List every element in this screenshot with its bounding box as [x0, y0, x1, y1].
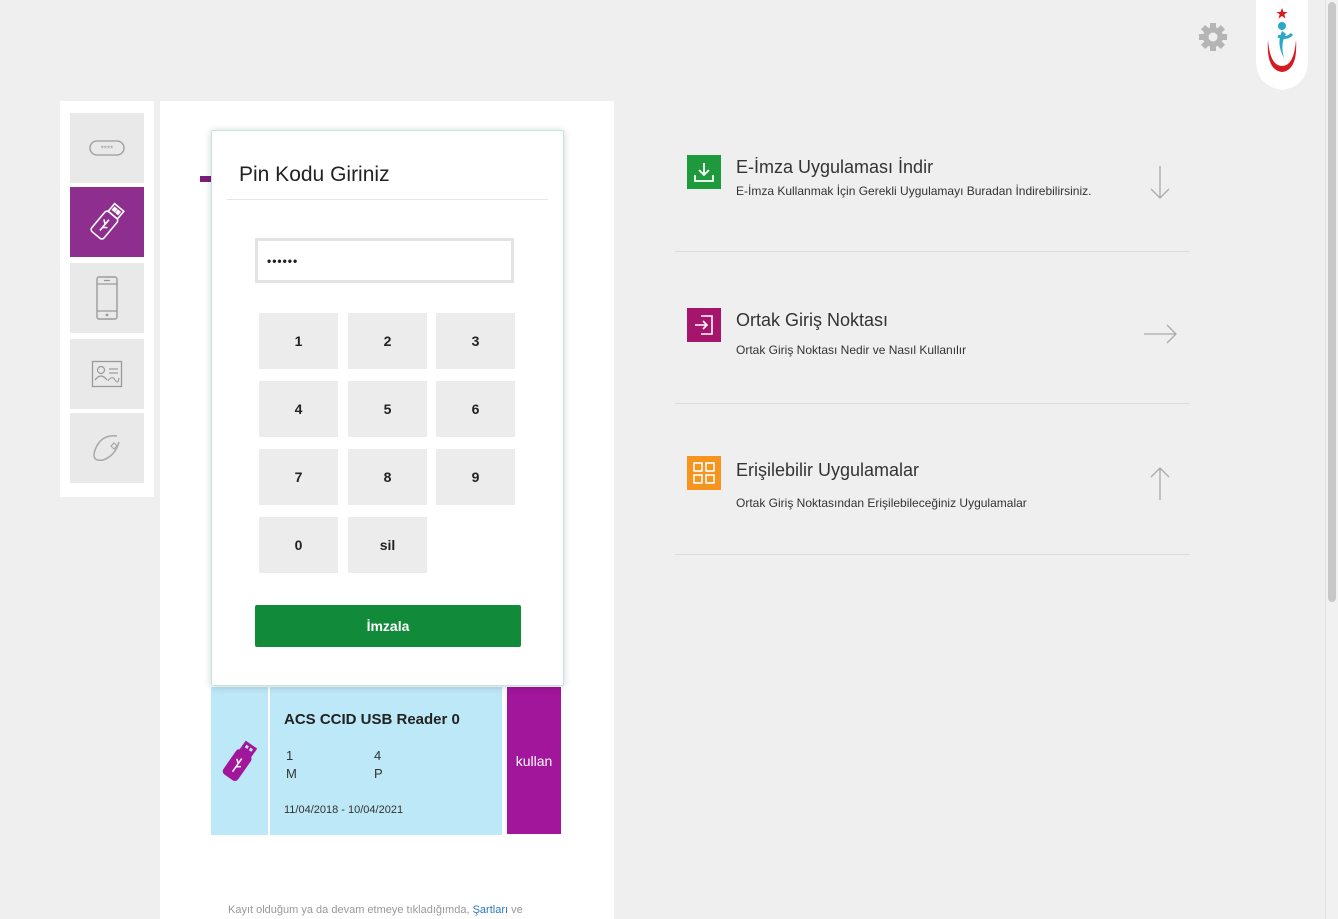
reader-detail: 4: [374, 748, 382, 763]
keypad-key[interactable]: 3: [436, 313, 515, 369]
tab-usb-token[interactable]: [70, 187, 144, 257]
reader-detail: 1: [286, 748, 294, 763]
login-icon: [687, 308, 721, 342]
ministry-health-logo: [1250, 0, 1314, 90]
info-title: E-İmza Uygulaması İndir: [736, 157, 934, 177]
info-item-apps[interactable]: Erişilebilir Uygulamalar Ortak Giriş Nok…: [675, 425, 1190, 555]
certificate-validity: 11/04/2018 - 10/04/2021: [284, 804, 404, 816]
tab-mobile-signature[interactable]: [70, 263, 144, 333]
sign-button[interactable]: İmzala: [255, 605, 521, 647]
e-signature-icon: [93, 435, 120, 462]
keypad-key[interactable]: 9: [436, 449, 515, 505]
info-divider: [675, 554, 1190, 555]
info-desc: Ortak Giriş Noktası Nedir ve Nasıl Kulla…: [736, 343, 967, 357]
gear-icon[interactable]: [1196, 20, 1230, 54]
tab-password[interactable]: ****: [70, 113, 144, 183]
info-item-login[interactable]: Ortak Giriş Noktası Ortak Giriş Noktası …: [675, 275, 1190, 405]
keypad-delete-key[interactable]: sil: [348, 517, 427, 573]
scroll-thumb[interactable]: [1328, 2, 1336, 602]
grid-apps-icon: [687, 456, 721, 490]
mobile-phone-icon: [96, 276, 118, 320]
usb-token-icon: [90, 202, 125, 240]
arrow-up-icon[interactable]: [1140, 464, 1180, 504]
download-icon: [687, 155, 721, 189]
info-divider: [675, 251, 1190, 252]
keypad-key[interactable]: 8: [348, 449, 427, 505]
terms-note: Kayıt olduğum ya da devam etmeye tıkladı…: [228, 904, 523, 916]
id-card-icon: [91, 360, 123, 388]
terms-text-end: ve: [508, 904, 523, 916]
keypad-key[interactable]: 1: [259, 313, 338, 369]
info-divider: [675, 403, 1190, 404]
info-item-download[interactable]: E-İmza Uygulaması İndir E-İmza Kullanmak…: [675, 120, 1190, 250]
keypad-key[interactable]: 5: [348, 381, 427, 437]
usb-token-icon: [222, 740, 257, 781]
keypad-key[interactable]: 0: [259, 517, 338, 573]
pin-dialog: Pin Kodu Giriniz 1 2 3 4 5 6 7 8 9 0 sil…: [211, 130, 564, 686]
svg-text:****: ****: [101, 145, 113, 154]
keypad-key[interactable]: 6: [436, 381, 515, 437]
tab-e-signature[interactable]: [70, 413, 144, 483]
pin-password-icon: ****: [89, 140, 125, 156]
keypad-key[interactable]: 7: [259, 449, 338, 505]
login-method-rail: ****: [60, 101, 154, 497]
info-desc: Ortak Giriş Noktasından Erişilebileceğin…: [736, 496, 1027, 510]
pin-input[interactable]: [255, 238, 514, 283]
terms-text: Kayıt olduğum ya da devam etmeye tıkladı…: [228, 904, 473, 916]
reader-icon-box: [211, 687, 268, 835]
reader-card[interactable]: ACS CCID USB Reader 0 1 4 M P 11/04/2018…: [270, 687, 502, 835]
info-title: Erişilebilir Uygulamalar: [736, 460, 920, 480]
reader-detail: M: [286, 766, 297, 781]
keypad-key[interactable]: 4: [259, 381, 338, 437]
reader-detail: P: [374, 766, 383, 781]
dialog-divider: [227, 199, 548, 200]
arrow-right-icon[interactable]: [1140, 314, 1180, 354]
reader-name: ACS CCID USB Reader 0: [284, 711, 460, 728]
use-button[interactable]: kullan: [507, 687, 561, 834]
keypad-key[interactable]: 2: [348, 313, 427, 369]
arrow-down-icon[interactable]: [1140, 162, 1180, 202]
info-title: Ortak Giriş Noktası: [736, 310, 889, 330]
tab-id-card[interactable]: [70, 339, 144, 409]
terms-link[interactable]: Şartları: [473, 904, 508, 916]
dialog-title: Pin Kodu Giriniz: [239, 163, 390, 186]
page-scrollbar[interactable]: [1325, 0, 1338, 919]
info-desc: E-İmza Kullanmak İçin Gerekli Uygulamayı…: [736, 184, 1092, 198]
